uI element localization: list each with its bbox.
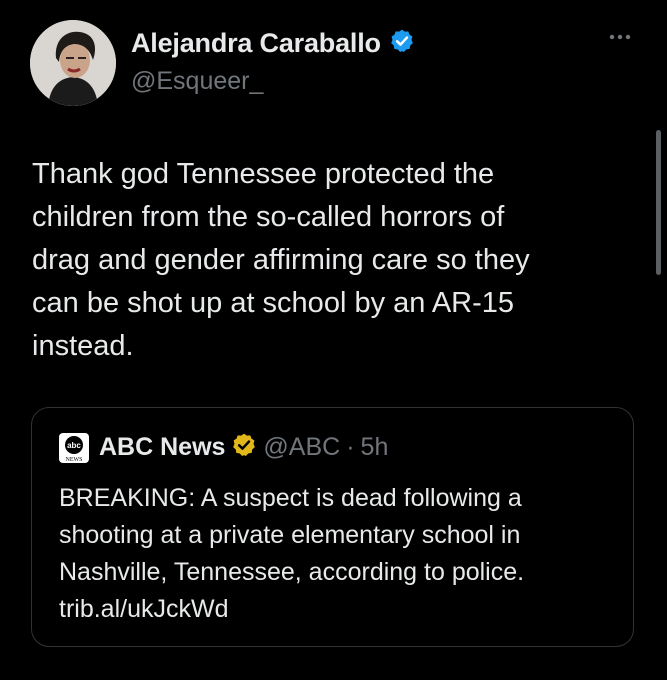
author-name[interactable]: Alejandra Caraballo	[131, 28, 381, 59]
abc-news-logo: abc NEWS	[59, 432, 89, 463]
verified-badge-icon	[389, 28, 415, 59]
quote-author-name: ABC News	[99, 433, 226, 461]
quote-author-handle: @ABC	[263, 433, 341, 461]
svg-text:NEWS: NEWS	[66, 457, 83, 463]
quote-header: abc NEWS ABC News @ABC · 5h	[59, 432, 388, 463]
tweet: Alejandra Caraballo @Esqueer_ Thank god …	[0, 0, 667, 680]
more-horizontal-icon[interactable]	[604, 28, 636, 46]
avatar-image	[30, 20, 116, 106]
quoted-tweet[interactable]: abc NEWS ABC News @ABC · 5h BREAKING: A su…	[31, 407, 634, 647]
scrollbar-thumb[interactable]	[656, 130, 661, 275]
svg-text:abc: abc	[67, 441, 81, 450]
author-avatar[interactable]	[30, 20, 116, 106]
author-handle[interactable]: @Esqueer_	[131, 67, 263, 96]
quote-separator: ·	[346, 433, 355, 461]
quote-text: BREAKING: A suspect is dead following a …	[59, 484, 525, 623]
author-name-row: Alejandra Caraballo	[131, 28, 415, 59]
quote-timestamp: 5h	[360, 433, 389, 461]
verified-badge-icon	[231, 432, 257, 463]
tweet-text: Thank god Tennessee protected the childr…	[32, 158, 530, 362]
